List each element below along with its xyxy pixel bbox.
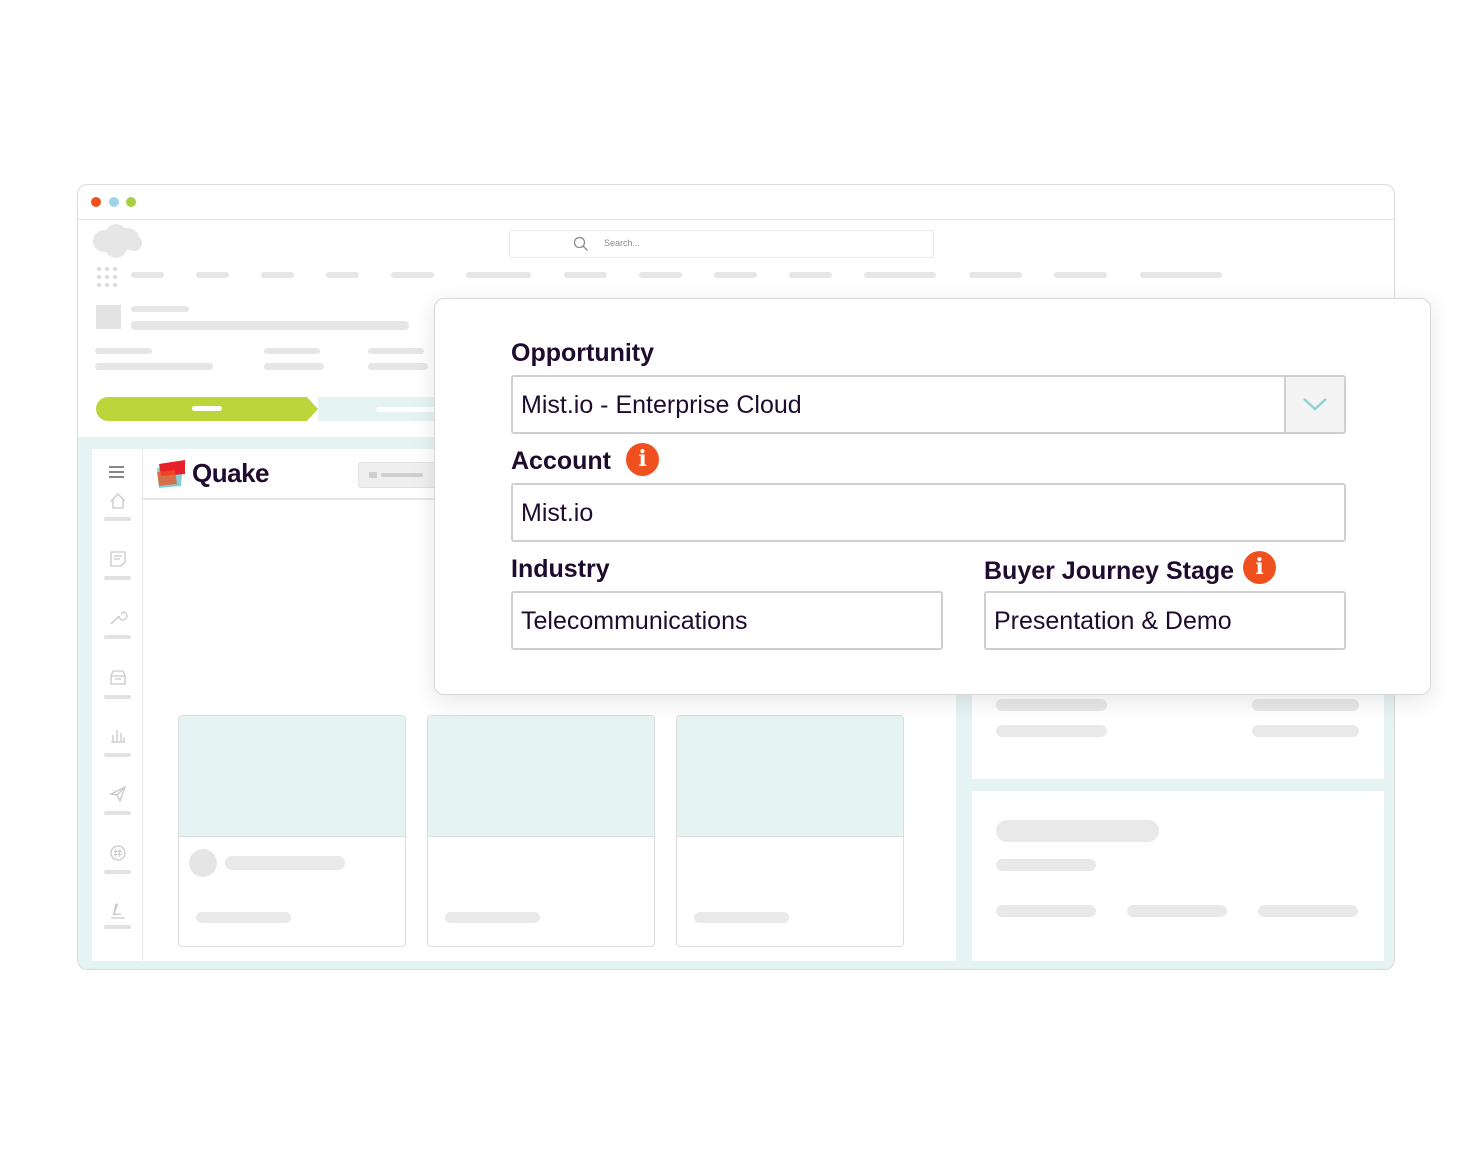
nav-label [104, 753, 131, 757]
content-card[interactable] [178, 715, 406, 947]
nav-tab[interactable] [1054, 272, 1107, 278]
folder-icon [369, 472, 377, 478]
panel-line [1127, 905, 1227, 917]
field-value [95, 363, 213, 370]
nav-label [104, 517, 131, 521]
card-meta [445, 912, 540, 923]
content-card[interactable] [427, 715, 655, 947]
opportunity-form-card: Opportunity Mist.io - Enterprise Cloud A… [434, 298, 1431, 695]
search-icon [573, 236, 588, 251]
account-value: Mist.io [521, 499, 594, 527]
content-card[interactable] [676, 715, 904, 947]
path-next-step[interactable] [318, 397, 438, 421]
home-icon[interactable] [108, 491, 128, 511]
cloud-logo-icon [93, 224, 142, 258]
avatar [189, 849, 217, 877]
account-field[interactable]: Mist.io [511, 483, 1346, 542]
field-value [368, 363, 428, 370]
app-launcher-icon[interactable] [96, 266, 118, 288]
chart-icon[interactable] [108, 725, 128, 745]
nav-tab[interactable] [466, 272, 531, 278]
app-sidebar [92, 449, 143, 961]
nav-tab[interactable] [789, 272, 832, 278]
panel-heading [996, 820, 1159, 842]
close-dot[interactable] [91, 197, 101, 207]
signature-icon[interactable] [108, 901, 128, 921]
field-label [368, 348, 424, 354]
panel-line [1258, 905, 1358, 917]
record-title [131, 321, 409, 330]
nav-label [104, 870, 131, 874]
send-icon[interactable] [108, 784, 128, 804]
nav-tab[interactable] [326, 272, 359, 278]
card-image [179, 716, 405, 837]
panel-line [1252, 699, 1359, 711]
nav-tab[interactable] [639, 272, 682, 278]
buyer-stage-label: Buyer Journey Stage [984, 557, 1235, 585]
industry-value: Telecommunications [521, 607, 748, 635]
maximize-dot[interactable] [126, 197, 136, 207]
record-type [131, 306, 189, 312]
side-panel [972, 685, 1384, 779]
quake-logo-icon [157, 460, 185, 488]
opportunity-dropdown-button[interactable] [1284, 377, 1344, 432]
field-value [264, 363, 324, 370]
hamburger-icon[interactable] [108, 465, 126, 479]
path-step-label [376, 407, 436, 412]
industry-label: Industry [511, 555, 610, 583]
search-input[interactable]: Search... [604, 238, 640, 248]
tab-label [381, 473, 423, 477]
card-image [428, 716, 654, 837]
nav-tab[interactable] [1140, 272, 1222, 278]
card-title [225, 856, 345, 870]
minimize-dot[interactable] [109, 197, 119, 207]
brand-name: Quake [192, 458, 270, 488]
panel-line [996, 725, 1107, 737]
opportunity-select[interactable]: Mist.io - Enterprise Cloud [511, 375, 1346, 434]
hashtag-icon[interactable] [108, 843, 128, 863]
notes-icon[interactable] [108, 549, 128, 569]
title-bar [78, 185, 1394, 220]
nav-label [104, 811, 131, 815]
card-meta [694, 912, 789, 923]
nav-tab[interactable] [261, 272, 294, 278]
field-label [264, 348, 320, 354]
wrench-icon[interactable] [108, 607, 128, 627]
nav-tab[interactable] [196, 272, 229, 278]
nav-label [104, 925, 131, 929]
opportunity-label: Opportunity [511, 339, 655, 367]
nav-tab[interactable] [391, 272, 434, 278]
nav-tab[interactable] [564, 272, 607, 278]
panel-line [996, 699, 1107, 711]
nav-tab[interactable] [864, 272, 936, 278]
chevron-down-icon [1303, 398, 1327, 411]
inbox-icon[interactable] [108, 667, 128, 687]
buyer-stage-value: Presentation & Demo [994, 607, 1232, 635]
nav-tab[interactable] [131, 272, 164, 278]
buyer-stage-field[interactable]: Presentation & Demo [984, 591, 1346, 650]
nav-label [104, 635, 131, 639]
panel-line [996, 905, 1096, 917]
nav-label [104, 695, 131, 699]
path-step-label [192, 406, 222, 411]
record-icon [96, 305, 121, 329]
account-label: Account [511, 447, 611, 475]
panel-line [1252, 725, 1359, 737]
side-panel [972, 791, 1384, 961]
workspace-tab[interactable] [358, 462, 440, 488]
info-icon[interactable]: i [1243, 551, 1276, 584]
field-label [95, 348, 152, 354]
info-icon[interactable]: i [626, 443, 659, 476]
search-bar[interactable]: Search... [509, 230, 934, 258]
industry-field[interactable]: Telecommunications [511, 591, 943, 650]
nav-tab[interactable] [969, 272, 1022, 278]
card-image [677, 716, 903, 837]
card-meta [196, 912, 291, 923]
opportunity-value: Mist.io - Enterprise Cloud [521, 391, 802, 419]
nav-label [104, 576, 131, 580]
panel-line [996, 859, 1096, 871]
path-progress-step[interactable] [96, 397, 318, 421]
nav-tab[interactable] [714, 272, 757, 278]
